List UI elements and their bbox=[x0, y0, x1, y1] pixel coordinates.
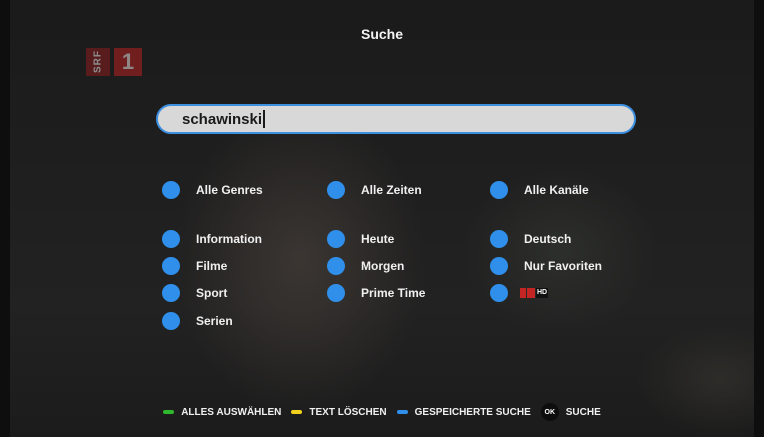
filter-label: Heute bbox=[361, 232, 395, 246]
yellow-key-icon bbox=[291, 410, 303, 414]
srf1-hd-logo-icon: HD bbox=[520, 288, 549, 298]
filter-label: Filme bbox=[196, 259, 228, 273]
radio-icon bbox=[162, 230, 180, 248]
filter-label: Serien bbox=[196, 314, 233, 328]
text-caret bbox=[263, 110, 266, 128]
page-title: Suche bbox=[360, 26, 403, 42]
green-key-icon bbox=[163, 410, 175, 414]
radio-icon bbox=[490, 181, 508, 199]
search-input[interactable]: schawinski bbox=[156, 104, 636, 134]
filter-label: Alle Kanäle bbox=[524, 183, 589, 197]
saved-search-hint[interactable]: GESPEICHERTE SUCHE bbox=[396, 406, 531, 418]
channel-logo-number: 1 bbox=[114, 48, 142, 76]
clear-text-hint[interactable]: TEXT LÖSCHEN bbox=[291, 406, 387, 418]
filter-label: Prime Time bbox=[361, 286, 426, 300]
search-label: SUCHE bbox=[565, 406, 601, 418]
filter-genre-sport[interactable]: Sport bbox=[162, 284, 227, 302]
channel-logo: SRF 1 bbox=[86, 48, 144, 76]
radio-icon bbox=[327, 230, 345, 248]
channel-logo-text: SRF bbox=[86, 48, 110, 76]
radio-icon bbox=[162, 181, 180, 199]
tv-search-screen: SRF 1 Suche schawinski Alle Genres Infor… bbox=[0, 0, 764, 437]
select-all-hint[interactable]: ALLES AUSWÄHLEN bbox=[163, 407, 281, 418]
filter-channel-srf1-hd[interactable]: HD bbox=[490, 284, 549, 302]
blue-key-icon bbox=[396, 410, 408, 414]
filter-genre-serien[interactable]: Serien bbox=[162, 312, 233, 330]
ok-key-icon: OK bbox=[540, 403, 559, 421]
radio-icon bbox=[490, 230, 508, 248]
select-all-label: ALLES AUSWÄHLEN bbox=[181, 406, 282, 418]
filter-genre-filme[interactable]: Filme bbox=[162, 257, 227, 275]
search-input-value: schawinski bbox=[182, 110, 263, 128]
filter-channel-deutsch[interactable]: Deutsch bbox=[490, 230, 571, 248]
frame-edge bbox=[0, 0, 10, 437]
radio-icon bbox=[162, 284, 180, 302]
filter-genre-information[interactable]: Information bbox=[162, 230, 262, 248]
filter-label: Alle Zeiten bbox=[361, 183, 422, 197]
filter-time-prime-time[interactable]: Prime Time bbox=[327, 284, 425, 302]
radio-icon bbox=[162, 312, 180, 330]
filter-label: Alle Genres bbox=[196, 183, 263, 197]
radio-icon bbox=[327, 181, 345, 199]
filter-time-heute[interactable]: Heute bbox=[327, 230, 394, 248]
filter-channel-favorites[interactable]: Nur Favoriten bbox=[490, 257, 602, 275]
filter-label: Morgen bbox=[361, 259, 405, 273]
radio-icon bbox=[327, 284, 345, 302]
filter-label: Nur Favoriten bbox=[524, 259, 603, 273]
radio-icon bbox=[327, 257, 345, 275]
search-hint[interactable]: OK SUCHE bbox=[540, 403, 601, 421]
radio-icon bbox=[490, 284, 508, 302]
footer-legend: ALLES AUSWÄHLEN TEXT LÖSCHEN GESPEICHERT… bbox=[0, 403, 764, 421]
frame-edge bbox=[754, 0, 764, 437]
filter-time-all[interactable]: Alle Zeiten bbox=[327, 181, 422, 199]
filter-label: Information bbox=[196, 232, 262, 246]
filter-channel-all[interactable]: Alle Kanäle bbox=[490, 181, 589, 199]
saved-search-label: GESPEICHERTE SUCHE bbox=[414, 406, 531, 418]
filter-genre-all[interactable]: Alle Genres bbox=[162, 181, 263, 199]
filter-label: Deutsch bbox=[524, 232, 572, 246]
filter-label: Sport bbox=[196, 286, 228, 300]
radio-icon bbox=[162, 257, 180, 275]
clear-text-label: TEXT LÖSCHEN bbox=[309, 406, 387, 418]
filter-time-morgen[interactable]: Morgen bbox=[327, 257, 404, 275]
radio-icon bbox=[490, 257, 508, 275]
